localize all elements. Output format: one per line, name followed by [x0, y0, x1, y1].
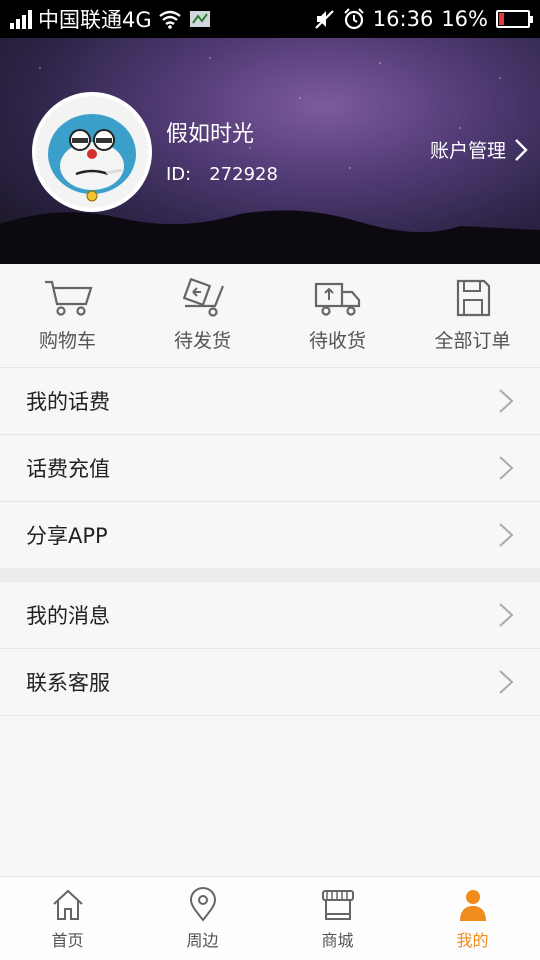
chevron-right-icon [515, 138, 528, 161]
notification-icon [189, 11, 210, 27]
chevron-right-icon [499, 456, 514, 480]
chevron-right-icon [499, 389, 514, 413]
store-icon [321, 889, 354, 920]
menu-group-support: 我的消息 联系客服 [0, 582, 540, 716]
menu-item-customer-service[interactable]: 联系客服 [0, 649, 540, 716]
battery-icon [496, 10, 533, 28]
order-all[interactable]: 全部订单 [405, 264, 540, 367]
alarm-icon [344, 8, 364, 30]
order-pending-receive-label: 待收货 [308, 330, 366, 352]
account-management-link[interactable]: 账户管理 [430, 136, 528, 163]
all-orders-icon [456, 279, 490, 317]
menu-group-account: 我的话费 话费充值 分享APP [0, 368, 540, 569]
user-id: ID: 272928 [166, 164, 278, 185]
account-management-label: 账户管理 [429, 140, 506, 162]
menu-item-label: 我的话费 [26, 390, 110, 414]
delivery-truck-icon [314, 282, 360, 316]
profile-header: 假如时光 ID: 272928 账户管理 [0, 38, 540, 264]
order-cart[interactable]: 购物车 [0, 264, 135, 367]
avatar-icon [36, 96, 148, 208]
menu-item-recharge[interactable]: 话费充值 [0, 435, 540, 502]
tab-label: 我的 [456, 930, 489, 950]
section-divider [0, 568, 540, 582]
pending-ship-icon [182, 278, 224, 317]
menu-item-my-phone-bill[interactable]: 我的话费 [0, 368, 540, 435]
order-pending-ship[interactable]: 待发货 [135, 264, 270, 367]
person-icon [459, 889, 486, 921]
battery-fill [499, 13, 504, 25]
location-pin-icon [189, 886, 216, 922]
order-all-label: 全部订单 [434, 330, 511, 352]
chevron-right-icon [499, 603, 514, 627]
menu-item-my-messages[interactable]: 我的消息 [0, 582, 540, 649]
tab-mall[interactable]: 商城 [270, 877, 405, 960]
carrier-label: 中国联通4G [38, 8, 152, 32]
menu-item-label: 分享APP [26, 524, 108, 548]
order-pending-receive[interactable]: 待收货 [270, 264, 405, 367]
avatar[interactable] [32, 92, 152, 212]
chevron-right-icon [499, 670, 514, 694]
tab-nearby[interactable]: 周边 [135, 877, 270, 960]
user-id-label: ID: [166, 164, 192, 185]
tab-mine[interactable]: 我的 [405, 877, 540, 960]
home-icon [52, 889, 83, 920]
username: 假如时光 [166, 122, 255, 147]
tab-home[interactable]: 首页 [0, 877, 135, 960]
wifi-icon [158, 10, 181, 29]
tab-label: 首页 [51, 930, 84, 950]
tab-label: 周边 [186, 930, 219, 950]
order-cart-label: 购物车 [38, 330, 96, 352]
clock: 16:36 [372, 7, 434, 31]
menu-item-label: 联系客服 [26, 671, 110, 695]
bottom-tab-bar: 首页 周边 商城 我的 [0, 876, 540, 960]
battery-percent: 16% [441, 7, 488, 31]
order-shortcuts: 购物车 待发货 待收货 全部订单 [0, 264, 540, 368]
chevron-right-icon [499, 523, 514, 547]
menu-item-label: 话费充值 [26, 457, 110, 481]
tab-label: 商城 [321, 930, 354, 950]
cart-icon [44, 280, 92, 316]
user-id-value: 272928 [209, 164, 278, 185]
menu-item-share-app[interactable]: 分享APP [0, 502, 540, 569]
signal-icon [10, 9, 32, 29]
menu-item-label: 我的消息 [26, 604, 110, 628]
status-bar: 中国联通4G 16:36 16% [0, 0, 540, 38]
mute-icon [315, 10, 334, 29]
order-pending-ship-label: 待发货 [173, 330, 231, 352]
